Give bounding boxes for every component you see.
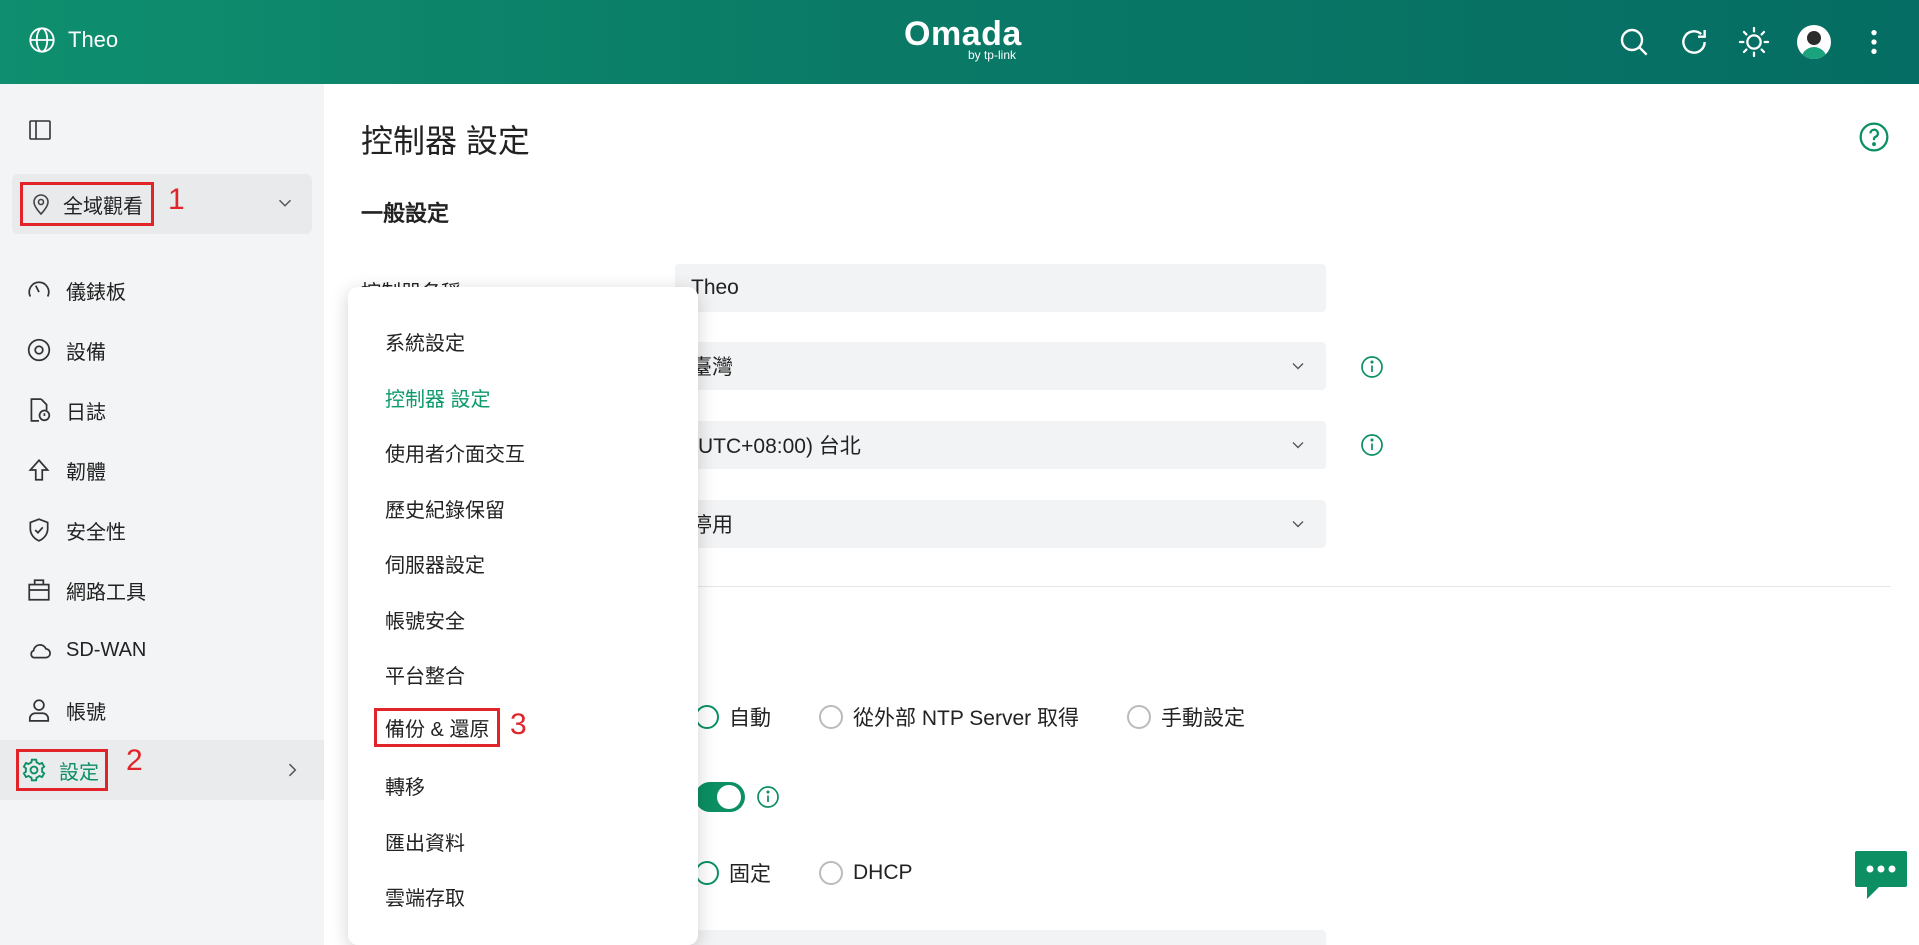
brightness-icon (1738, 26, 1770, 58)
ip-mode-radio-group: 固定 DHCP (695, 858, 961, 888)
menu-item-system-settings[interactable]: 系統設定 (385, 327, 465, 356)
sidebar-item-account[interactable]: 帳號 (0, 680, 324, 740)
sidebar-item-network-tools[interactable]: 網路工具 (0, 560, 324, 620)
menu-item-cloud-access[interactable]: 雲端存取 (385, 882, 465, 911)
avatar (1797, 25, 1831, 59)
theme-button[interactable] (1737, 22, 1771, 62)
timezone-select[interactable]: (UTC+08:00) 台北 (675, 421, 1326, 469)
user-button[interactable] (1797, 22, 1831, 62)
settings-submenu: 系統設定 控制器 設定 使用者介面交互 歷史紀錄保留 伺服器設定 帳號安全 平台… (348, 287, 698, 945)
chevron-down-icon (1292, 363, 1304, 370)
person-icon (28, 699, 50, 722)
chevron-down-icon (1292, 442, 1304, 449)
cloud-icon (30, 644, 51, 659)
more-button[interactable] (1857, 22, 1891, 62)
sidebar-item-settings[interactable]: 設定 (0, 740, 324, 800)
sidebar-item-security[interactable]: 安全性 (0, 500, 324, 560)
search-button[interactable] (1617, 22, 1651, 62)
refresh-icon (1682, 30, 1706, 54)
annotation-number-3: 3 (510, 708, 527, 741)
page-title: 控制器 設定 (361, 123, 530, 159)
menu-item-history-retention[interactable]: 歷史紀錄保留 (385, 494, 505, 523)
info-icon[interactable] (1360, 355, 1384, 379)
site-selector-label: 全域觀看 (63, 195, 143, 218)
devices-icon (27, 338, 51, 362)
toggle-switch[interactable] (695, 780, 745, 814)
more-vert-icon (1871, 30, 1877, 54)
chevron-right-icon (288, 763, 297, 777)
site-selector-highlight: 全域觀看 (20, 182, 154, 226)
log-icon (30, 398, 51, 422)
country-select[interactable]: 臺灣 (675, 342, 1326, 390)
sidebar-item-sd-wan[interactable]: SD-WAN (0, 620, 324, 680)
ip-address-input[interactable] (675, 930, 1326, 945)
top-bar: Theo Omada by tp-link (0, 0, 1919, 84)
info-icon[interactable] (1360, 433, 1384, 457)
help-icon[interactable] (1858, 121, 1890, 153)
menu-item-backup-restore[interactable]: 備份 & 還原 (374, 708, 501, 747)
radio-ntp[interactable]: 從外部 NTP Server 取得 (819, 702, 1079, 732)
chat-icon[interactable] (1853, 849, 1909, 901)
toolbox-icon (28, 579, 50, 601)
location-icon (33, 194, 49, 216)
sidebar-nav: 儀錶板 設備 日誌 韌體 安全性 網路工具 SD-WAN 帳號 設定 (0, 260, 324, 800)
search-icon (1620, 28, 1648, 56)
refresh-button[interactable] (1677, 22, 1711, 62)
time-mode-radio-group: 自動 從外部 NTP Server 取得 手動設定 (695, 702, 1293, 732)
sidebar-item-devices[interactable]: 設備 (0, 320, 324, 380)
chevron-down-icon (278, 199, 292, 207)
controller-name-input[interactable]: Theo (675, 264, 1326, 312)
globe-icon (29, 27, 55, 53)
radio-auto[interactable]: 自動 (695, 702, 771, 732)
sidebar-item-log[interactable]: 日誌 (0, 380, 324, 440)
annotation-number-1: 1 (168, 183, 185, 216)
radio-manual[interactable]: 手動設定 (1126, 702, 1245, 732)
menu-item-migration[interactable]: 轉移 (385, 771, 425, 800)
chevron-down-icon (1292, 521, 1304, 528)
site-indicator[interactable]: Theo (28, 26, 118, 54)
site-selector[interactable]: 全域觀看 (12, 174, 312, 234)
settings-highlight: 設定 (16, 749, 108, 791)
dashboard-icon (28, 281, 50, 297)
firmware-icon (28, 458, 50, 481)
menu-item-platform-integration[interactable]: 平台整合 (385, 660, 465, 689)
menu-item-ui-interaction[interactable]: 使用者介面交互 (385, 438, 525, 467)
menu-item-server-settings[interactable]: 伺服器設定 (385, 549, 485, 578)
omada-logo: Omada by tp-link (904, 15, 1022, 62)
info-icon[interactable] (756, 785, 780, 809)
menu-item-controller-settings[interactable]: 控制器 設定 (385, 383, 491, 412)
shield-icon (29, 518, 49, 542)
menu-item-account-security[interactable]: 帳號安全 (385, 605, 465, 634)
section-title-general: 一般設定 (361, 201, 450, 226)
site-name: Theo (68, 27, 119, 52)
sidebar-item-firmware[interactable]: 韌體 (0, 440, 324, 500)
radio-static[interactable]: 固定 (695, 858, 771, 888)
sidebar-toggle-icon[interactable] (28, 118, 52, 142)
annotation-number-2: 2 (126, 744, 143, 777)
menu-item-export-data[interactable]: 匯出資料 (385, 827, 465, 856)
radio-dhcp[interactable]: DHCP (819, 861, 913, 885)
sidebar: 全域觀看 1 儀錶板 設備 日誌 韌體 安全性 網路工具 SD-WAN 帳號 設… (0, 84, 324, 945)
sidebar-item-dashboard[interactable]: 儀錶板 (0, 260, 324, 320)
status-select[interactable]: 停用 (675, 500, 1326, 548)
gear-icon (22, 758, 46, 782)
